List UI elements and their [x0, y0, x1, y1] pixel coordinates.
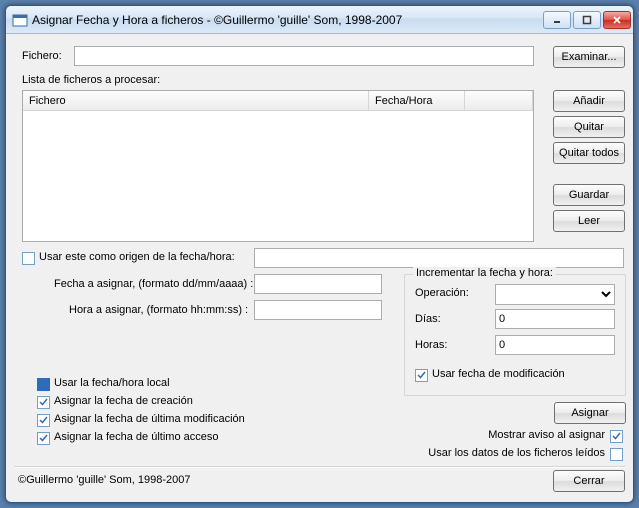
read-button[interactable]: Leer	[553, 210, 625, 232]
col-datetime[interactable]: Fecha/Hora	[369, 91, 465, 110]
titlebar[interactable]: Asignar Fecha y Hora a ficheros - ©Guill…	[6, 6, 633, 34]
use-source-label: Usar este como origen de la fecha/hora:	[39, 251, 235, 263]
assign-creation-checkbox[interactable]	[37, 396, 50, 409]
hora-input[interactable]	[254, 300, 382, 320]
minimize-button[interactable]	[543, 11, 571, 29]
hora-label: Hora a asignar, (formato hh:mm:ss) :	[69, 304, 248, 316]
horas-input[interactable]	[495, 335, 615, 355]
remove-button[interactable]: Quitar	[553, 116, 625, 138]
operacion-select[interactable]	[495, 284, 615, 305]
col-file[interactable]: Fichero	[23, 91, 369, 110]
remove-all-button[interactable]: Quitar todos	[553, 142, 625, 164]
list-title: Lista de ficheros a procesar:	[22, 74, 160, 86]
fichero-input[interactable]	[74, 46, 534, 66]
client-area: Fichero: Examinar... Lista de ficheros a…	[14, 38, 625, 494]
cerrar-button[interactable]: Cerrar	[553, 470, 625, 492]
separator	[14, 466, 625, 468]
asignar-button[interactable]: Asignar	[554, 402, 626, 424]
horas-label: Horas:	[415, 339, 447, 351]
footer-text: ©Guillermo 'guille' Som, 1998-2007	[18, 474, 191, 486]
file-list[interactable]: Fichero Fecha/Hora	[22, 90, 534, 242]
use-read-data-label: Usar los datos de los ficheros leídos	[428, 447, 605, 459]
dias-label: Días:	[415, 313, 441, 325]
show-notice-label: Mostrar aviso al asignar	[488, 429, 605, 441]
close-button[interactable]	[603, 11, 631, 29]
show-notice-checkbox[interactable]	[610, 430, 623, 443]
assign-creation-label: Asignar la fecha de creación	[54, 395, 193, 407]
window-buttons	[543, 11, 631, 29]
list-header: Fichero Fecha/Hora	[23, 91, 533, 111]
examinar-button[interactable]: Examinar...	[553, 46, 625, 68]
use-source-checkbox[interactable]	[22, 252, 35, 265]
dias-input[interactable]	[495, 309, 615, 329]
assign-mod-label: Asignar la fecha de última modificación	[54, 413, 245, 425]
app-icon	[12, 12, 28, 28]
assign-mod-checkbox[interactable]	[37, 414, 50, 427]
use-local-label: Usar la fecha/hora local	[54, 377, 170, 389]
increment-group: Incrementar la fecha y hora: Operación: …	[404, 274, 626, 396]
use-source-input[interactable]	[254, 248, 624, 268]
save-button[interactable]: Guardar	[553, 184, 625, 206]
operacion-label: Operación:	[415, 287, 469, 299]
fecha-label: Fecha a asignar, (formato dd/mm/aaaa) :	[54, 278, 253, 290]
fecha-input[interactable]	[254, 274, 382, 294]
maximize-button[interactable]	[573, 11, 601, 29]
use-local-checkbox[interactable]	[37, 378, 50, 391]
use-mod-label: Usar fecha de modificación	[432, 368, 565, 380]
assign-access-label: Asignar la fecha de último acceso	[54, 431, 218, 443]
increment-title: Incrementar la fecha y hora:	[413, 267, 556, 279]
window-title: Asignar Fecha y Hora a ficheros - ©Guill…	[32, 13, 543, 27]
assign-access-checkbox[interactable]	[37, 432, 50, 445]
add-button[interactable]: Añadir	[553, 90, 625, 112]
fichero-label: Fichero:	[22, 50, 62, 62]
window: Asignar Fecha y Hora a ficheros - ©Guill…	[5, 5, 634, 503]
col-blank[interactable]	[465, 91, 533, 110]
use-mod-checkbox[interactable]	[415, 369, 428, 382]
use-read-data-checkbox[interactable]	[610, 448, 623, 461]
